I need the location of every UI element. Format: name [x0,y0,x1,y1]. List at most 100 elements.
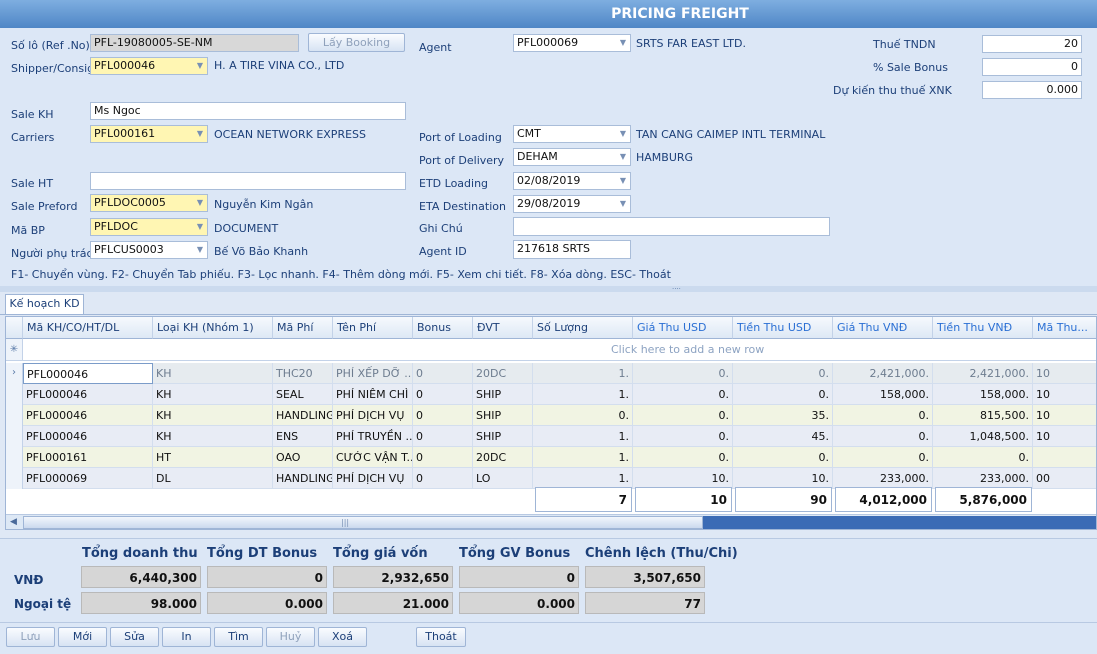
table-cell[interactable]: SEAL [273,384,333,405]
table-cell[interactable]: 158,000. [933,384,1033,405]
table-cell[interactable]: PFL000161 [23,447,153,468]
table-cell[interactable]: 0. [933,447,1033,468]
col-header[interactable]: ĐVT [473,317,533,339]
table-cell[interactable]: 0. [833,405,933,426]
table-cell[interactable]: SHIP [473,405,533,426]
table-cell[interactable]: SHIP [473,426,533,447]
row-selector[interactable] [6,468,23,489]
xoa-button[interactable]: Xoá [318,627,367,647]
table-cell[interactable]: 10. [733,468,833,489]
huy-button[interactable]: Huỷ [266,627,315,647]
table-cell[interactable]: 10 [1033,426,1096,447]
col-header[interactable]: Bonus [413,317,473,339]
table-cell[interactable]: 0 [413,405,473,426]
table-cell[interactable] [1033,447,1096,468]
table-row[interactable]: PFL000069 DL HANDLING PHÍ DỊCH VỤ 0 LO 1. 10. 10… [6,468,1096,489]
sua-button[interactable]: Sửa [110,627,159,647]
table-cell[interactable]: 1. [533,384,633,405]
chevron-down-icon[interactable]: ▼ [193,219,207,235]
table-cell[interactable]: 1. [533,468,633,489]
scroll-left-icon[interactable]: ◀ [6,515,21,529]
table-cell[interactable]: PHÍ TRUYỀN ... [333,426,413,447]
table-cell[interactable]: 10 [1033,363,1096,384]
table-cell[interactable]: 10 [1033,384,1096,405]
table-cell[interactable]: PFL000046 [23,384,153,405]
so-lo-field[interactable]: PFL-19080005-SE-NM [90,34,299,52]
col-header[interactable]: Mã Phí [273,317,333,339]
table-cell[interactable]: THC20 [273,363,333,384]
thoat-button[interactable]: Thoát [416,627,466,647]
table-cell[interactable]: KH [153,384,273,405]
pod-combo[interactable]: DEHAM ▼ [513,148,631,166]
table-cell[interactable]: HANDLING [273,468,333,489]
table-cell[interactable]: 1,048,500. [933,426,1033,447]
table-cell[interactable]: KH [153,405,273,426]
new-row[interactable]: ✳ Click here to add a new row [6,339,1096,361]
table-cell[interactable]: OAO [273,447,333,468]
table-cell[interactable]: PHÍ NIÊM CHÌ [333,384,413,405]
table-cell[interactable]: 158,000. [833,384,933,405]
nguoi-phu-trach-combo[interactable]: PFLCUS0003 ▼ [90,241,208,259]
table-cell[interactable]: 0. [833,447,933,468]
luu-button[interactable]: Lưu [6,627,55,647]
col-header[interactable]: Mã Thu... [1033,317,1096,339]
table-cell[interactable]: PFL000046 [23,426,153,447]
ma-bp-combo[interactable]: PFLDOC ▼ [90,218,208,236]
col-header[interactable]: Tên Phí [333,317,413,339]
table-cell[interactable]: LO [473,468,533,489]
ghi-chu-field[interactable] [513,217,830,236]
sale-preford-combo[interactable]: PFLDOC0005 ▼ [90,194,208,212]
table-cell[interactable]: PFL000046 [23,363,153,384]
table-cell[interactable]: 0. [633,384,733,405]
carriers-combo[interactable]: PFL000161 ▼ [90,125,208,143]
table-cell[interactable]: SHIP [473,384,533,405]
table-cell[interactable]: 45. [733,426,833,447]
sale-bonus-field[interactable]: 0 [982,58,1082,76]
agent-id-field[interactable]: 217618 SRTS [513,240,631,259]
table-row[interactable]: PFL000161 HT OAO CƯỚC VẬN T... 0 20DC 1. 0. 0. 0.… [6,447,1096,468]
chevron-down-icon[interactable]: ▼ [616,149,630,165]
table-cell[interactable]: HT [153,447,273,468]
table-cell[interactable]: 233,000. [833,468,933,489]
table-cell[interactable]: 00 [1033,468,1096,489]
table-row[interactable]: PFL000046 KH SEAL PHÍ NIÊM CHÌ 0 SHIP 1. 0. 0. 15… [6,384,1096,405]
table-cell[interactable]: PHÍ XẾP DỠ ... [333,363,413,384]
table-cell[interactable]: PHÍ DỊCH VỤ [333,405,413,426]
table-cell[interactable]: 20DC [473,447,533,468]
table-cell[interactable]: KH [153,363,273,384]
chevron-down-icon[interactable]: ▼ [616,173,630,189]
chevron-down-icon[interactable]: ▼ [616,35,630,51]
table-cell[interactable]: 2,421,000. [833,363,933,384]
lay-booking-button[interactable]: Lấy Booking [308,33,405,52]
du-kien-field[interactable]: 0.000 [982,81,1082,99]
col-header[interactable]: Giá Thu VNĐ [833,317,933,339]
table-cell[interactable]: 10. [633,468,733,489]
moi-button[interactable]: Mới [58,627,107,647]
table-cell[interactable]: 815,500. [933,405,1033,426]
pol-combo[interactable]: CMT ▼ [513,125,631,143]
table-cell[interactable]: 0. [633,363,733,384]
table-cell[interactable]: DL [153,468,273,489]
table-cell[interactable]: 0 [413,447,473,468]
table-cell[interactable]: 0. [633,405,733,426]
scroll-track[interactable] [703,516,1096,529]
table-row[interactable]: PFL000046 KH ENS PHÍ TRUYỀN ... 0 SHIP 1. 0. 45.… [6,426,1096,447]
row-selector[interactable] [6,405,23,426]
table-cell[interactable]: ENS [273,426,333,447]
col-header[interactable]: Loại KH (Nhóm 1) [153,317,273,339]
tab-ke-hoach-kd[interactable]: Kế hoạch KD [5,294,84,314]
table-cell[interactable]: PHÍ DỊCH VỤ [333,468,413,489]
table-row[interactable]: › PFL000046 KH THC20 PHÍ XẾP DỠ ... 0 20DC 1. 0.… [6,363,1096,384]
chevron-down-icon[interactable]: ▼ [616,196,630,212]
chevron-down-icon[interactable]: ▼ [193,195,207,211]
chevron-down-icon[interactable]: ▼ [193,242,207,258]
table-cell[interactable]: 0. [633,447,733,468]
tim-button[interactable]: Tìm [214,627,263,647]
table-cell[interactable]: PFL000046 [23,405,153,426]
in-button[interactable]: In [162,627,211,647]
current-row-arrow-icon[interactable]: › [6,363,23,384]
col-header[interactable]: Giá Thu USD [633,317,733,339]
table-cell[interactable]: KH [153,426,273,447]
table-cell[interactable]: 0. [633,426,733,447]
etd-date-picker[interactable]: 02/08/2019 ▼ [513,172,631,190]
